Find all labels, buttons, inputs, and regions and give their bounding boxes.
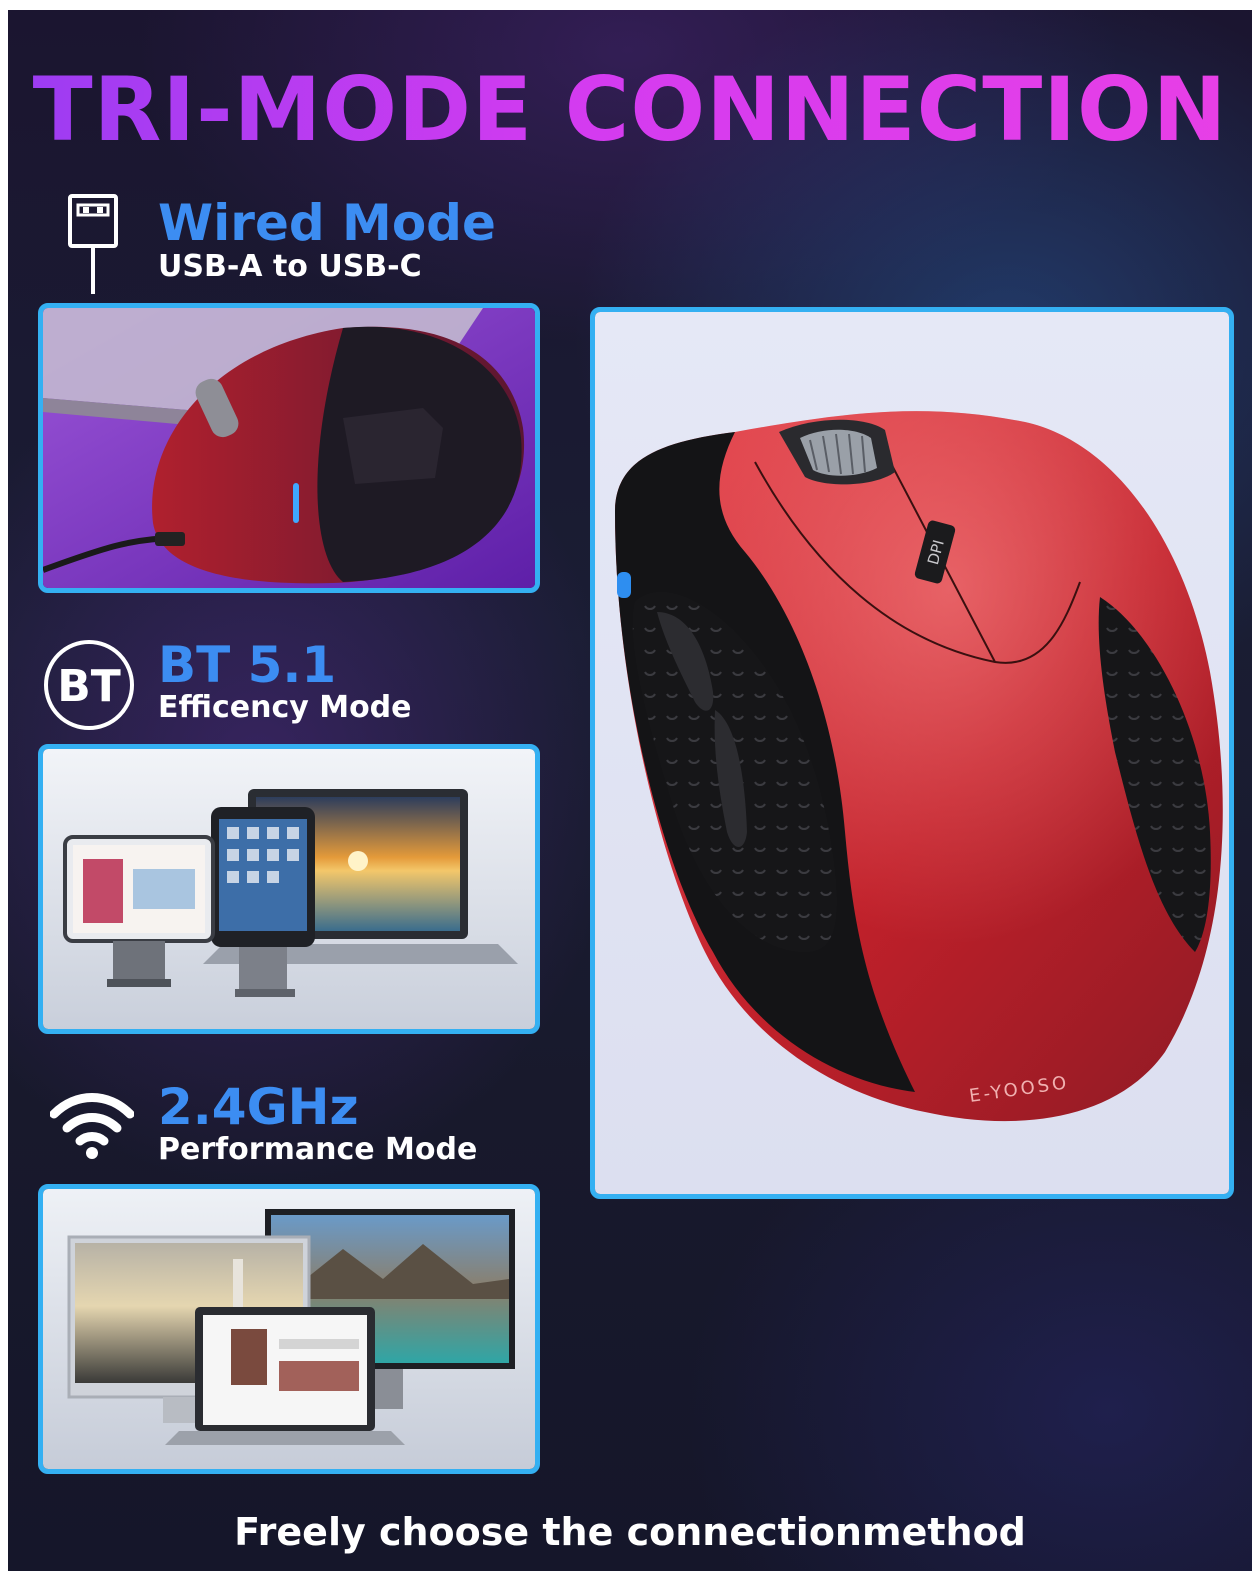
usb-plug-icon (68, 194, 118, 294)
bt-mode-subtitle: Efficency Mode (158, 690, 412, 725)
wired-mode-title: Wired Mode (158, 194, 496, 252)
footer-caption: Freely choose the connectionmethod (234, 1510, 1026, 1554)
bt-mode-title: BT 5.1 (158, 636, 337, 694)
bt-icon-label: BT (57, 661, 121, 712)
page-canvas: TRI-MODE CONNECTION Wired Mode USB-A to … (8, 10, 1252, 1571)
ghz-mode-subtitle: Performance Mode (158, 1132, 478, 1167)
page-title: TRI-MODE CONNECTION (8, 58, 1252, 161)
bluetooth-bt-icon: BT (44, 640, 134, 730)
ghz-mode-photo (38, 1184, 540, 1474)
bt-mode-photo (38, 744, 540, 1034)
wired-mode-photo (38, 303, 540, 593)
ghz-mode-title: 2.4GHz (158, 1078, 359, 1136)
wifi-icon (50, 1093, 134, 1159)
wired-mode-subtitle: USB-A to USB-C (158, 249, 422, 284)
product-mouse-photo: DPI E-YOOSO (590, 307, 1234, 1199)
